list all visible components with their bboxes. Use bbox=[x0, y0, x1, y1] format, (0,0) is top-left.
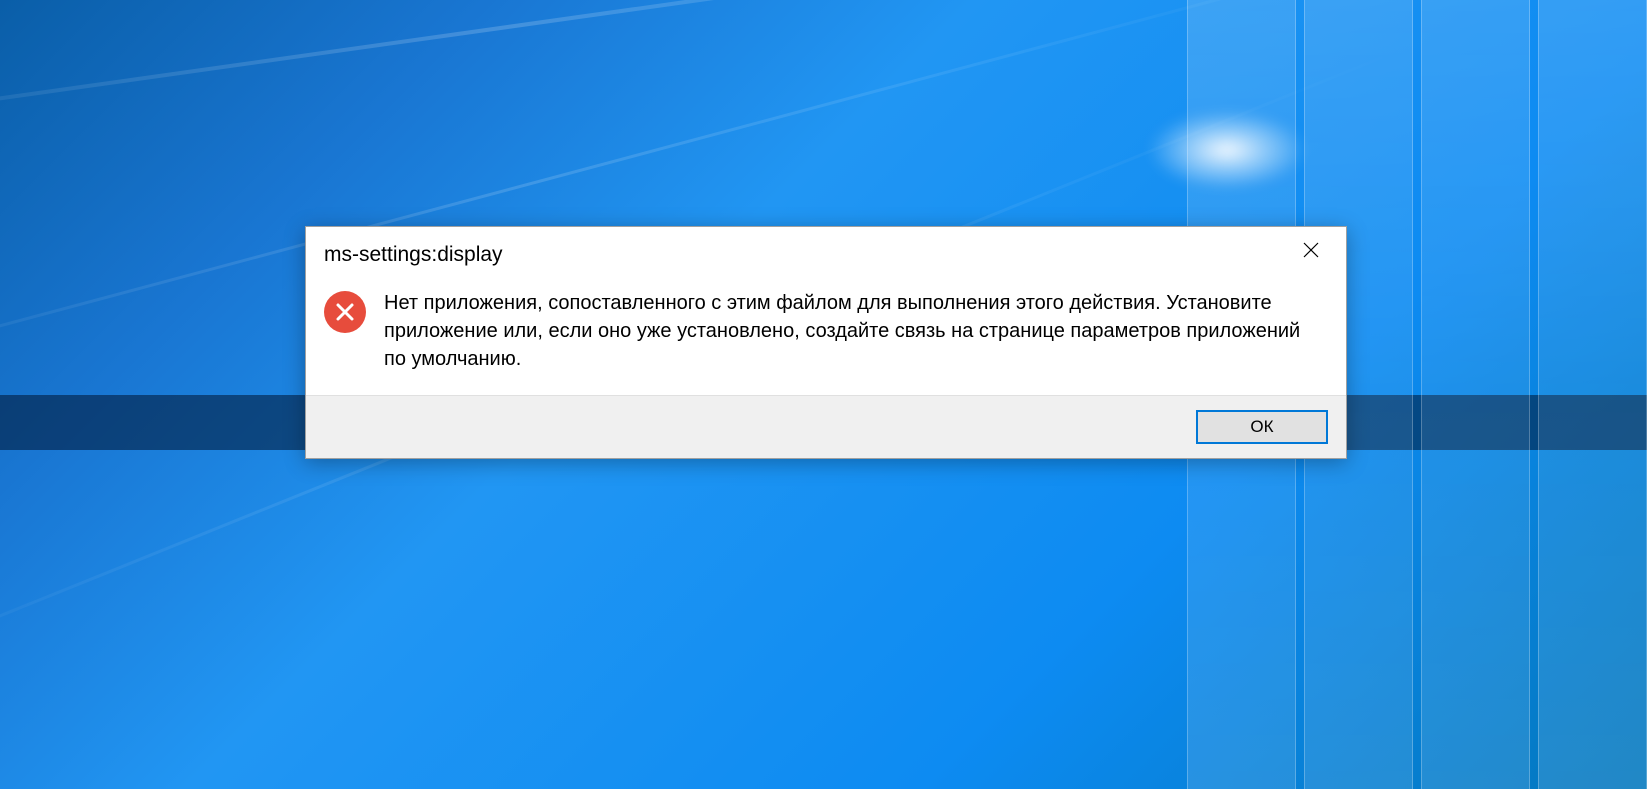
dialog-titlebar[interactable]: ms-settings:display bbox=[306, 227, 1346, 267]
pane bbox=[1421, 0, 1530, 789]
dialog-body: Нет приложения, сопоставленного с этим ф… bbox=[306, 267, 1346, 395]
light-burst bbox=[1147, 110, 1307, 190]
error-icon-wrap bbox=[324, 289, 366, 373]
dialog-title: ms-settings:display bbox=[324, 237, 503, 267]
dialog-message: Нет приложения, сопоставленного с этим ф… bbox=[384, 289, 1322, 373]
error-icon bbox=[324, 291, 366, 333]
close-button[interactable] bbox=[1288, 235, 1334, 267]
dialog-footer: ОК bbox=[306, 395, 1346, 458]
close-icon bbox=[1303, 242, 1319, 261]
ok-button[interactable]: ОК bbox=[1196, 410, 1328, 444]
pane bbox=[1538, 0, 1647, 789]
error-dialog: ms-settings:display Нет приложения, сопо… bbox=[305, 226, 1347, 459]
